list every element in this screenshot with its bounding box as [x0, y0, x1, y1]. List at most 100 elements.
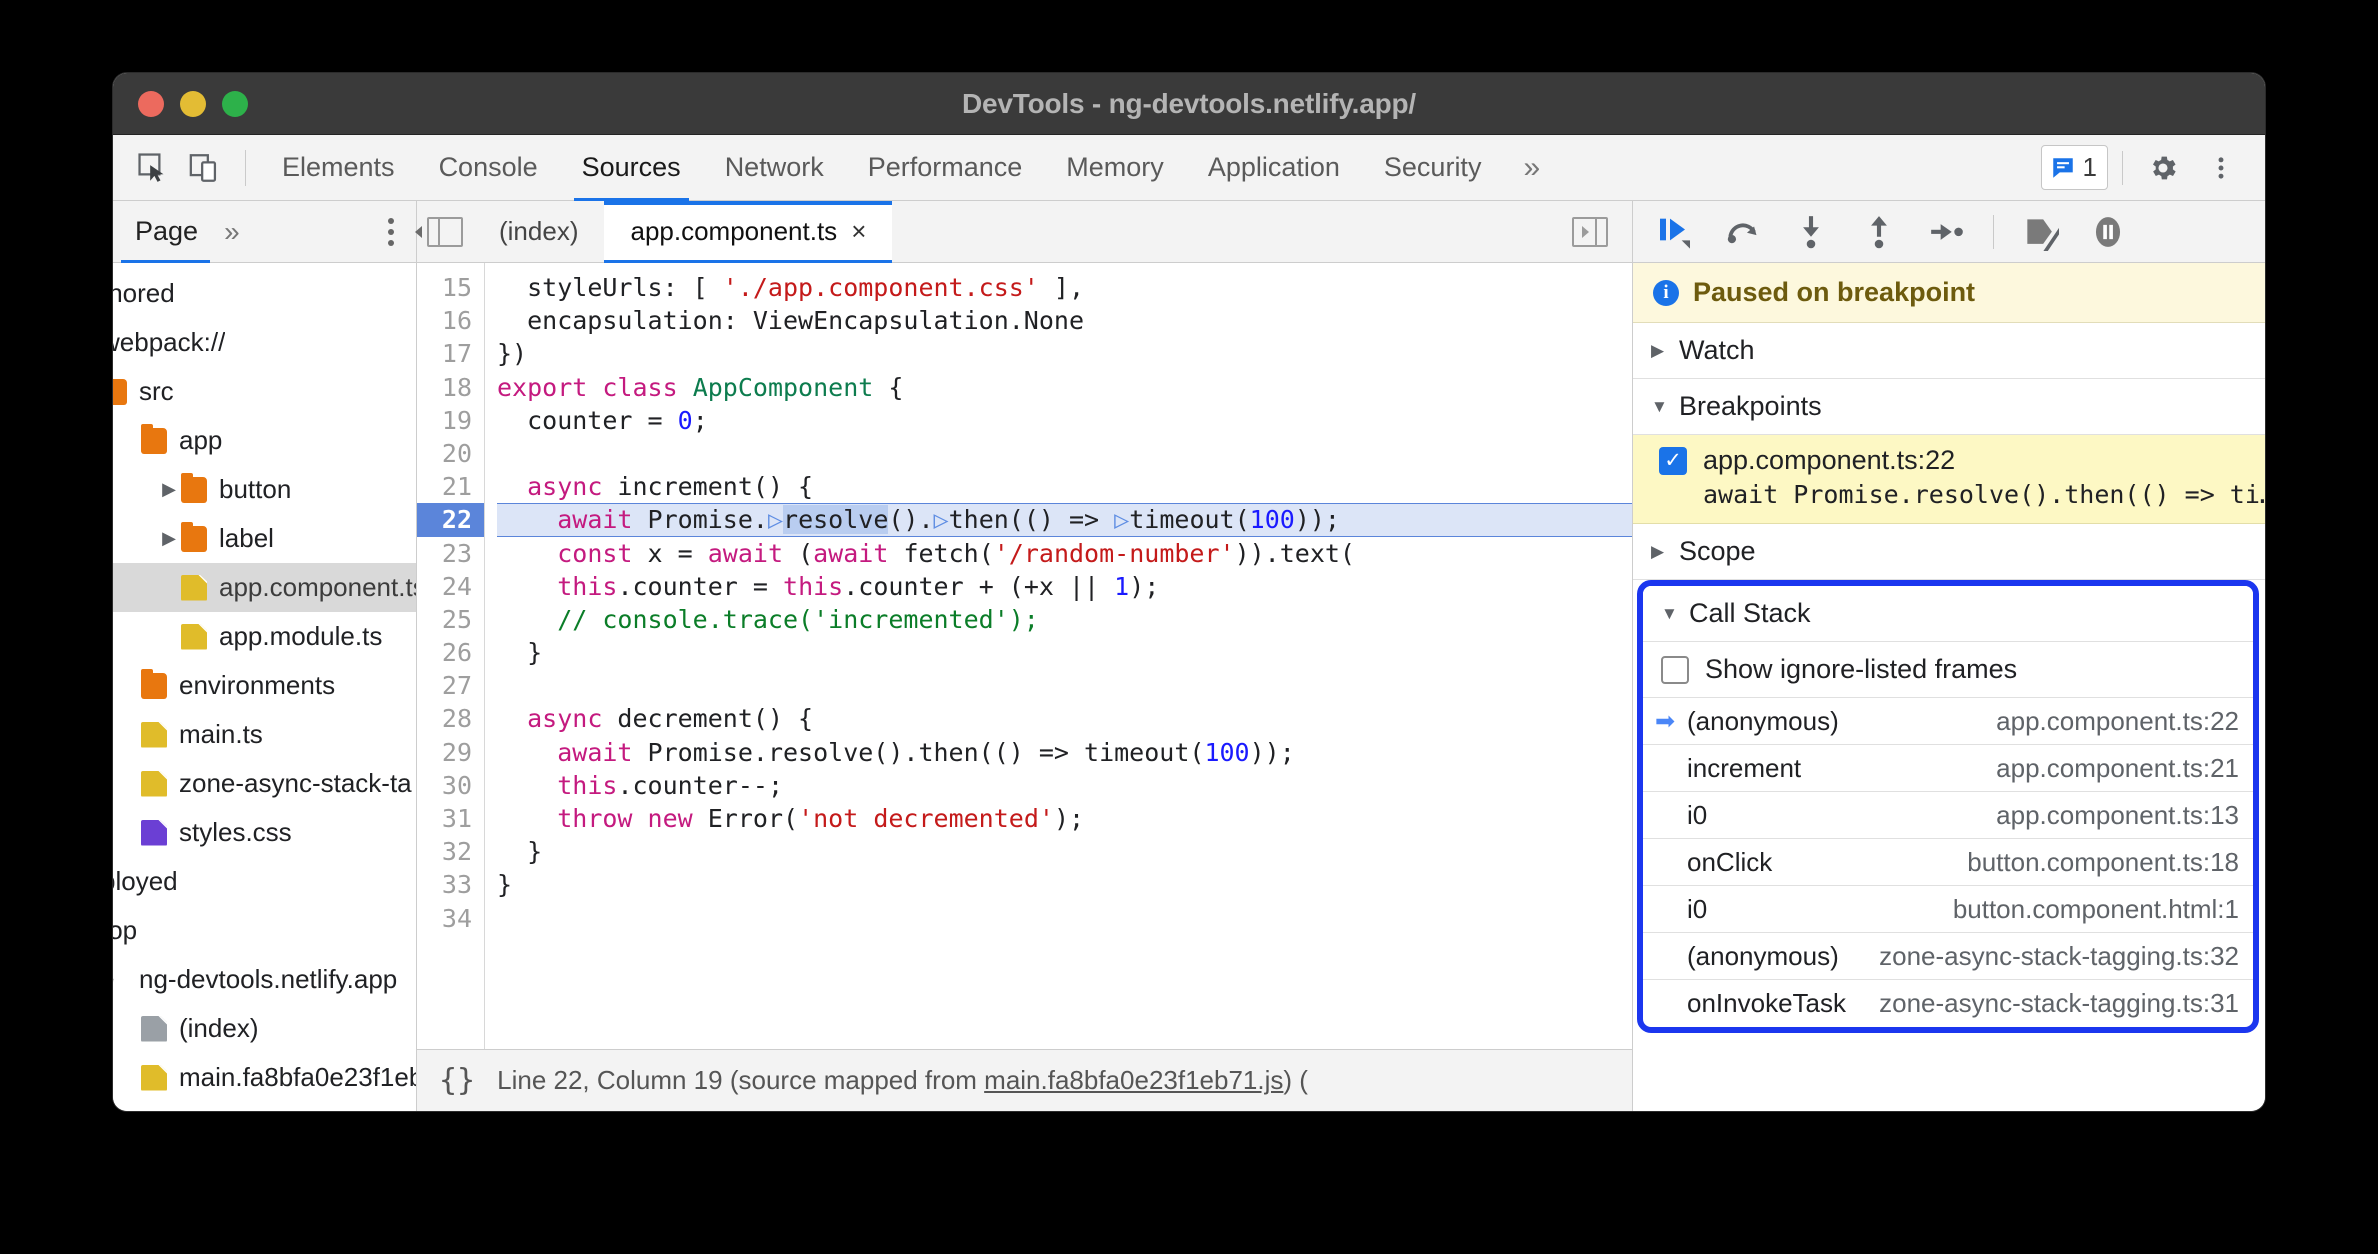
tab-memory[interactable]: Memory: [1044, 135, 1186, 201]
editor-tab-app-component-ts[interactable]: app.component.ts ×: [604, 201, 893, 263]
code-line[interactable]: [497, 437, 1632, 470]
deactivate-breakpoints-icon[interactable]: [2018, 210, 2062, 254]
code-editor[interactable]: 15 16 17 18 19 20 21 22 23 24 25 26 27 28 29 30 31 32 33 34…: [417, 263, 1632, 1049]
more-tabs-icon[interactable]: »: [1503, 135, 1560, 201]
navigator-tab-page[interactable]: Page: [113, 201, 214, 263]
file-tree-item[interactable]: styles.css: [113, 808, 416, 857]
file-tree-item[interactable]: app: [113, 416, 416, 465]
line-number[interactable]: 22: [417, 503, 484, 537]
pretty-print-icon[interactable]: {}: [439, 1063, 475, 1098]
file-tree-item[interactable]: src: [113, 367, 416, 416]
line-number[interactable]: 28: [417, 702, 484, 735]
code-line[interactable]: async increment() {: [497, 470, 1632, 503]
pause-on-exceptions-icon[interactable]: [2086, 210, 2130, 254]
show-navigator-icon[interactable]: [415, 201, 473, 262]
gear-icon[interactable]: [2137, 142, 2189, 194]
call-stack-frame[interactable]: (anonymous) zone-async-stack-tagging.ts:3…: [1643, 933, 2253, 980]
line-number[interactable]: 26: [417, 636, 484, 669]
code-line[interactable]: encapsulation: ViewEncapsulation.None: [497, 304, 1632, 337]
code-line[interactable]: counter = 0;: [497, 404, 1632, 437]
code-line[interactable]: }): [497, 337, 1632, 370]
chevron-right-icon[interactable]: ▶: [157, 528, 181, 549]
line-number[interactable]: 30: [417, 769, 484, 802]
close-icon[interactable]: ×: [851, 216, 866, 247]
code-line[interactable]: await Promise.▷resolve().▷then(() => ▷ti…: [497, 503, 1632, 537]
code-line[interactable]: await Promise.resolve().then(() => timeo…: [497, 736, 1632, 769]
line-number[interactable]: 19: [417, 404, 484, 437]
show-ignore-listed-frames-row[interactable]: Show ignore-listed frames: [1643, 642, 2253, 698]
line-number[interactable]: 31: [417, 802, 484, 835]
line-number[interactable]: 20: [417, 437, 484, 470]
code-line[interactable]: }: [497, 636, 1632, 669]
call-stack-frame[interactable]: i0 app.component.ts:13: [1643, 792, 2253, 839]
tab-application[interactable]: Application: [1186, 135, 1362, 201]
line-number[interactable]: 27: [417, 669, 484, 702]
source-map-link[interactable]: main.fa8bfa0e23f1eb71.js: [984, 1065, 1283, 1095]
line-number[interactable]: 24: [417, 570, 484, 603]
file-tree-item[interactable]: main.fa8bfa0e23f1eb: [113, 1053, 416, 1102]
file-tree-item[interactable]: main.ts: [113, 710, 416, 759]
show-ignore-listed-frames-checkbox[interactable]: [1661, 655, 1689, 684]
code-line[interactable]: export class AppComponent {: [497, 371, 1632, 404]
code-line[interactable]: [497, 902, 1632, 935]
line-number[interactable]: 32: [417, 835, 484, 868]
file-tree[interactable]: thored webpack:// srcapp ▶ button ▶ label app.c…: [113, 263, 416, 1111]
code-line[interactable]: }: [497, 868, 1632, 901]
step-over-icon[interactable]: [1721, 210, 1765, 254]
section-call-stack[interactable]: ▼ Call Stack: [1643, 586, 2253, 642]
line-number[interactable]: 16: [417, 304, 484, 337]
line-number[interactable]: 17: [417, 337, 484, 370]
navigator-more-options-icon[interactable]: [388, 217, 394, 246]
resume-script-execution-icon[interactable]: [1653, 210, 1697, 254]
line-number[interactable]: 34: [417, 902, 484, 935]
line-number[interactable]: 23: [417, 537, 484, 570]
code-line[interactable]: const x = await (await fetch('/random-nu…: [497, 537, 1632, 570]
tab-performance[interactable]: Performance: [846, 135, 1045, 201]
issues-badge-button[interactable]: 1: [2040, 145, 2108, 190]
code-content[interactable]: styleUrls: [ './app.component.css' ], en…: [485, 263, 1632, 1049]
file-tree-item[interactable]: top: [113, 906, 416, 955]
navigator-more-tabs-icon[interactable]: »: [214, 216, 250, 248]
step-icon[interactable]: [1925, 210, 1969, 254]
tab-console[interactable]: Console: [417, 135, 560, 201]
breakpoint-item[interactable]: ✓ app.component.ts:22 await Promise.reso…: [1633, 435, 2265, 524]
file-tree-item[interactable]: app.component.ts: [113, 563, 416, 612]
tab-sources[interactable]: Sources: [560, 135, 703, 201]
section-breakpoints[interactable]: ▼ Breakpoints: [1633, 379, 2265, 435]
show-debugger-icon[interactable]: [1562, 216, 1618, 247]
tab-network[interactable]: Network: [703, 135, 846, 201]
call-stack-frames[interactable]: ➡ (anonymous) app.component.ts:22 increment…: [1643, 698, 2253, 1027]
call-stack-frame[interactable]: onClick button.component.ts:18: [1643, 839, 2253, 886]
file-tree-item[interactable]: (index): [113, 1004, 416, 1053]
code-line[interactable]: this.counter--;: [497, 769, 1632, 802]
line-number[interactable]: 25: [417, 603, 484, 636]
device-toolbar-icon[interactable]: [179, 142, 231, 194]
step-into-icon[interactable]: [1789, 210, 1833, 254]
code-line[interactable]: // console.trace('incremented');: [497, 603, 1632, 636]
line-number-gutter[interactable]: 15 16 17 18 19 20 21 22 23 24 25 26 27 28 29 30 31 32 33 34: [417, 263, 485, 1049]
code-line[interactable]: [497, 669, 1632, 702]
editor-tab-index[interactable]: (index): [473, 201, 604, 262]
code-line[interactable]: this.counter = this.counter + (+x || 1);: [497, 570, 1632, 603]
file-tree-item[interactable]: environments: [113, 661, 416, 710]
code-line[interactable]: async decrement() {: [497, 702, 1632, 735]
step-out-icon[interactable]: [1857, 210, 1901, 254]
line-number[interactable]: 29: [417, 736, 484, 769]
inspect-element-icon[interactable]: [127, 142, 179, 194]
file-tree-item[interactable]: ▶ label: [113, 514, 416, 563]
file-tree-item[interactable]: ployed: [113, 857, 416, 906]
code-line[interactable]: throw new Error('not decremented');: [497, 802, 1632, 835]
code-line[interactable]: }: [497, 835, 1632, 868]
line-number[interactable]: 15: [417, 271, 484, 304]
code-line[interactable]: styleUrls: [ './app.component.css' ],: [497, 271, 1632, 304]
call-stack-frame[interactable]: increment app.component.ts:21: [1643, 745, 2253, 792]
section-watch[interactable]: ▶ Watch: [1633, 323, 2265, 379]
line-number[interactable]: 21: [417, 470, 484, 503]
tab-elements[interactable]: Elements: [260, 135, 417, 201]
file-tree-item[interactable]: thored: [113, 269, 416, 318]
tab-security[interactable]: Security: [1362, 135, 1504, 201]
call-stack-frame[interactable]: i0 button.component.html:1: [1643, 886, 2253, 933]
section-scope[interactable]: ▶ Scope: [1633, 524, 2265, 580]
line-number[interactable]: 33: [417, 868, 484, 901]
file-tree-item[interactable]: zone-async-stack-ta: [113, 759, 416, 808]
